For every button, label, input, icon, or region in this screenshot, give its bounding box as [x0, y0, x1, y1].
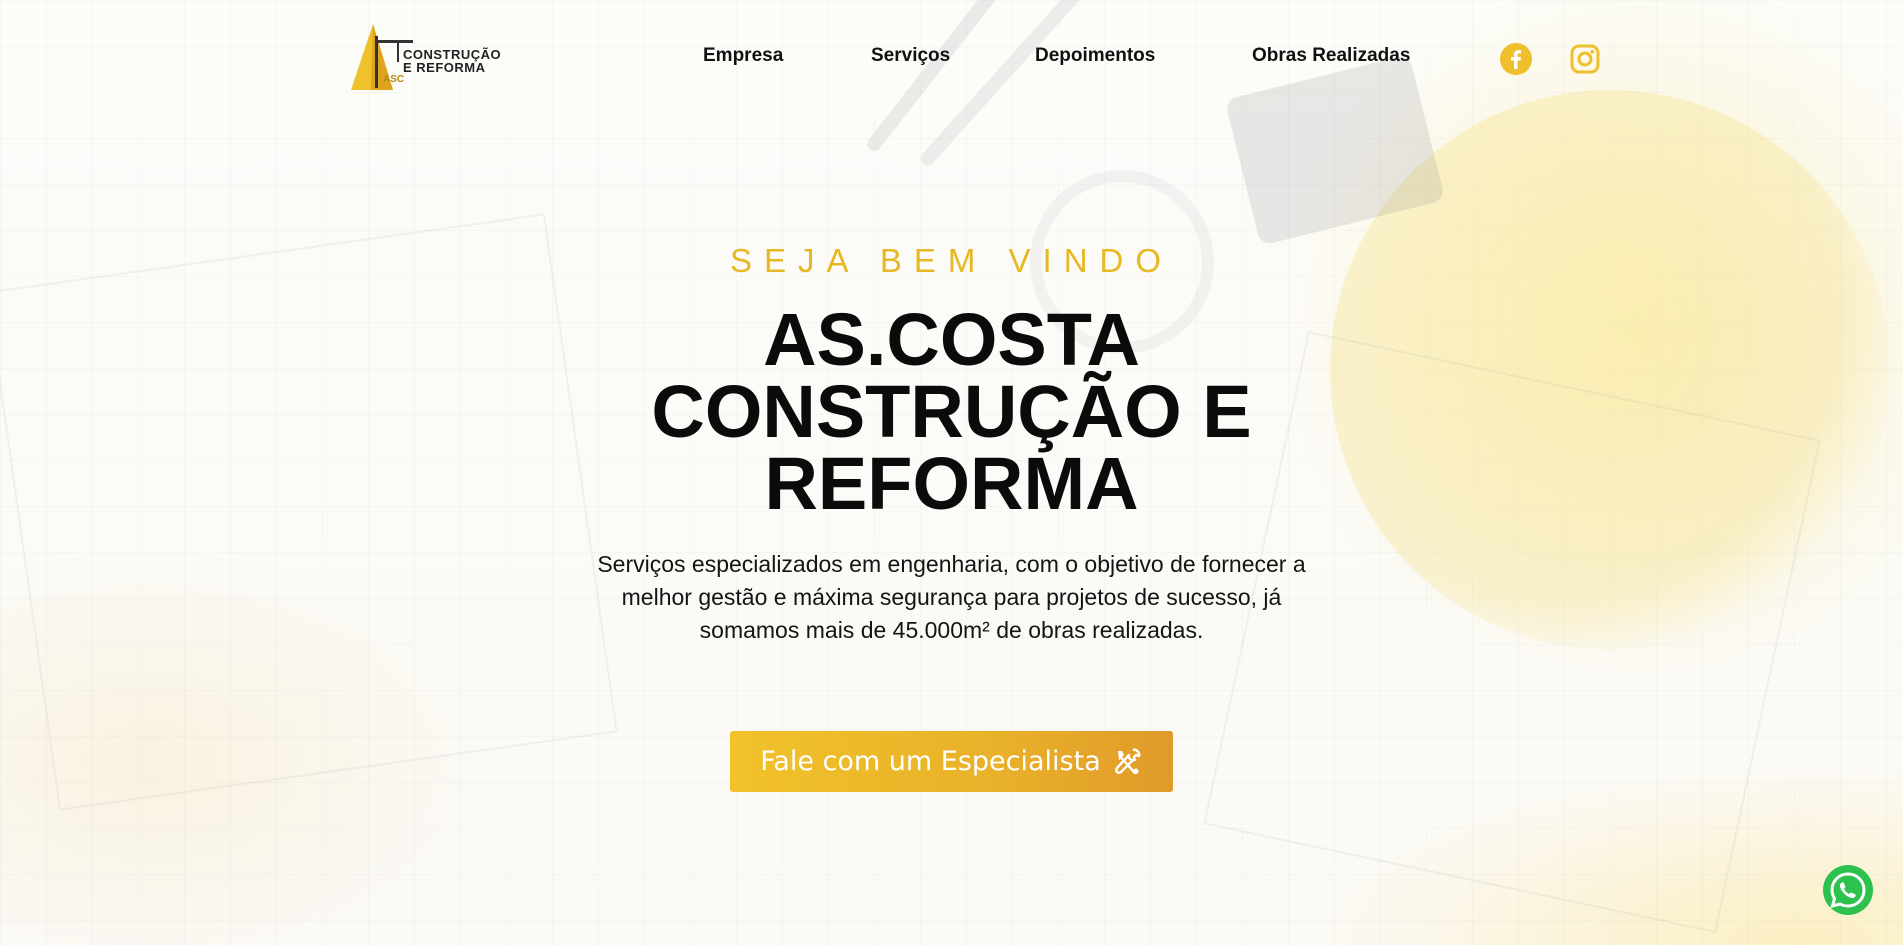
hero-eyebrow: SEJA BEM VINDO — [729, 242, 1174, 279]
nav-depoimentos[interactable]: Depoimentos — [1035, 45, 1155, 67]
hero-description: Serviços especializados em engenharia, c… — [597, 551, 1306, 643]
nav-empresa[interactable]: Empresa — [703, 45, 783, 67]
site-header: CONSTRUÇÃO E REFORMA ASC Empresa Serviço… — [0, 0, 1903, 120]
hero-title: AS.COSTA CONSTRUÇÃO E REFORMA — [0, 298, 1903, 525]
logo-mark: ASC — [383, 74, 405, 85]
nav-servicos[interactable]: Serviços — [871, 45, 950, 67]
logo-line-2: E REFORMA — [403, 60, 486, 75]
cta-label: Fale com um Especialista — [760, 746, 1101, 777]
site-logo[interactable]: CONSTRUÇÃO E REFORMA ASC — [343, 18, 503, 90]
nav-obras-realizadas[interactable]: Obras Realizadas — [1252, 45, 1410, 67]
contact-specialist-button[interactable]: Fale com um Especialista — [730, 731, 1173, 792]
tools-icon — [1114, 748, 1141, 774]
facebook-icon[interactable] — [1500, 43, 1532, 75]
instagram-icon[interactable] — [1569, 43, 1601, 75]
whatsapp-icon[interactable] — [1822, 864, 1874, 916]
hero-title-line-1: AS.COSTA — [763, 298, 1140, 381]
hero-title-line-3: REFORMA — [764, 442, 1139, 525]
hero-title-line-2: CONSTRUÇÃO E — [651, 370, 1252, 453]
